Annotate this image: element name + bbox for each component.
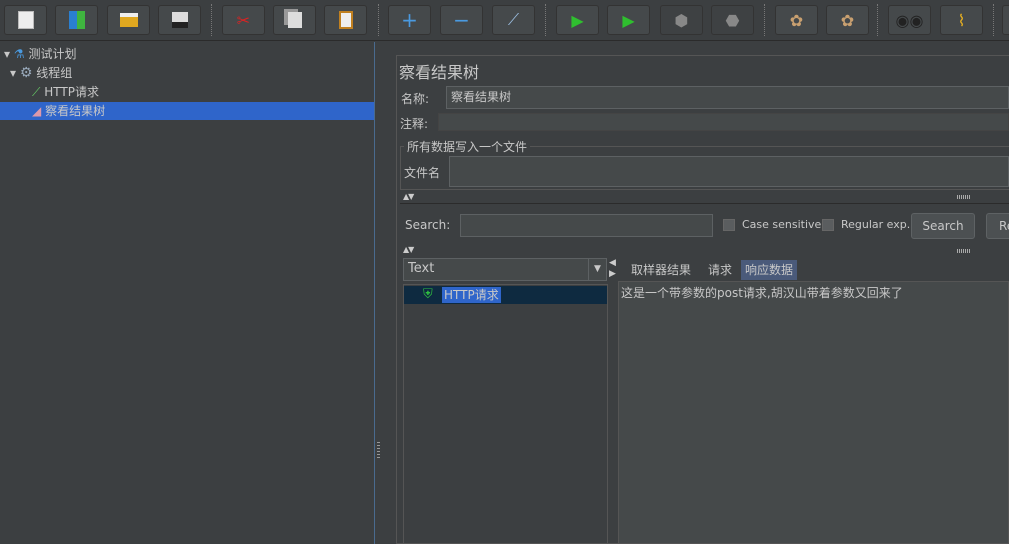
shutdown-button[interactable]: ⬣	[711, 5, 754, 35]
tree-item-thread-group[interactable]: ▾ ⚙ 线程组	[10, 64, 72, 82]
tree-item-view-results-tree[interactable]: ◢ 察看结果树	[0, 102, 374, 120]
search-input[interactable]	[460, 214, 713, 237]
renderer-select[interactable]: Text ▼	[403, 258, 607, 281]
regex-checkbox[interactable]	[822, 219, 834, 231]
clear-all-button[interactable]: ✿	[826, 5, 869, 35]
tab-sampler-result[interactable]: 取样器结果	[627, 260, 696, 280]
success-shield-icon: ⛨	[423, 287, 433, 302]
page-title: 察看结果树	[399, 63, 480, 82]
split-arrows-icon[interactable]: ◀ ▶	[609, 258, 616, 280]
comment-input[interactable]	[438, 113, 1009, 131]
copy-button[interactable]	[273, 5, 316, 35]
reset-search-button[interactable]: ⌇	[940, 5, 983, 35]
collapse-button[interactable]: −	[440, 5, 483, 35]
play-no-timers-icon: ▶	[622, 10, 635, 30]
comment-label: 注释:	[400, 117, 429, 131]
open-folder-icon	[119, 13, 138, 27]
grip-icon[interactable]	[957, 249, 971, 253]
filename-input[interactable]	[449, 156, 1009, 187]
grip-icon[interactable]	[957, 195, 971, 199]
expand-arrow-icon: ▾	[4, 47, 11, 61]
save-icon	[171, 12, 188, 28]
reset-button[interactable]: Re	[986, 213, 1009, 239]
split-pane-divider[interactable]	[376, 42, 388, 544]
toolbar: ✂ + − ⟋ ▶ ▶ ⬢ ⬣ ✿ ✿ ◉◉ ⌇	[0, 0, 1009, 41]
response-text: 这是一个带参数的post请求,胡汉山带着参数又回来了	[621, 286, 903, 300]
open-button[interactable]	[107, 5, 150, 35]
expand-button[interactable]: +	[388, 5, 431, 35]
broom-icon: ⌇	[957, 10, 966, 30]
response-text-area[interactable]: 这是一个带参数的post请求,胡汉山带着参数又回来了	[618, 281, 1009, 544]
shutdown-icon: ⬣	[725, 10, 740, 30]
case-sensitive-label: Case sensitive	[742, 218, 822, 231]
tree-item-test-plan[interactable]: ▾ ⚗ 测试计划	[4, 45, 76, 63]
more-button[interactable]	[1002, 5, 1009, 35]
paste-button[interactable]	[324, 5, 367, 35]
result-row[interactable]: ⛨ HTTP请求	[404, 286, 607, 304]
templates-button[interactable]	[55, 5, 98, 35]
save-button[interactable]	[158, 5, 201, 35]
toggle-button[interactable]: ⟋	[492, 5, 535, 35]
search-button[interactable]: ◉◉	[888, 5, 931, 35]
gear-icon: ⚙	[19, 65, 33, 81]
paste-icon	[338, 11, 353, 29]
play-icon: ▶	[571, 10, 584, 30]
name-label: 名称:	[401, 92, 430, 106]
clear-button[interactable]: ✿	[775, 5, 818, 35]
case-sensitive-checkbox[interactable]	[723, 219, 735, 231]
templates-icon	[68, 11, 85, 29]
clear-all-icon: ✿	[840, 10, 855, 30]
tab-response-data[interactable]: 响应数据	[741, 260, 798, 280]
chart-icon: ◢	[32, 104, 42, 118]
stop-icon: ⬢	[674, 10, 689, 30]
tree-item-http-request[interactable]: ⟋ HTTP请求	[32, 83, 99, 101]
plus-icon: +	[401, 8, 418, 32]
chevron-down-icon: ▼	[588, 259, 606, 280]
regex-label: Regular exp.	[841, 218, 911, 231]
start-button[interactable]: ▶	[556, 5, 599, 35]
copy-icon	[287, 12, 302, 28]
toggle-icon: ⟋	[507, 10, 520, 29]
new-file-icon	[17, 11, 34, 29]
minus-icon: −	[453, 8, 470, 32]
tab-request[interactable]: 请求	[704, 260, 737, 280]
filename-label: 文件名	[404, 166, 441, 180]
name-input[interactable]: 察看结果树	[446, 86, 1009, 109]
test-plan-tree: ▾ ⚗ 测试计划 ▾ ⚙ 线程组 ⟋ HTTP请求 ◢ 察看结果树	[0, 42, 375, 544]
file-group-title: 所有数据写入一个文件	[404, 138, 531, 155]
search-submit-button[interactable]: Search	[911, 213, 975, 239]
search-label: Search:	[405, 218, 451, 232]
expand-arrow-icon: ▾	[10, 66, 17, 80]
start-no-pauses-button[interactable]: ▶	[607, 5, 650, 35]
new-button[interactable]	[4, 5, 47, 35]
stop-button[interactable]: ⬢	[660, 5, 703, 35]
results-list	[403, 284, 608, 544]
cut-button[interactable]: ✂	[222, 5, 265, 35]
scissors-icon: ✂	[236, 10, 251, 30]
flask-icon: ⚗	[13, 47, 25, 61]
collapse-arrows-icon[interactable]: ▲▼	[403, 245, 414, 254]
collapse-arrows-icon[interactable]: ▲▼	[403, 192, 414, 201]
binoculars-icon: ◉◉	[895, 10, 924, 30]
pipette-icon: ⟋	[32, 85, 41, 99]
clear-icon: ✿	[789, 10, 804, 30]
